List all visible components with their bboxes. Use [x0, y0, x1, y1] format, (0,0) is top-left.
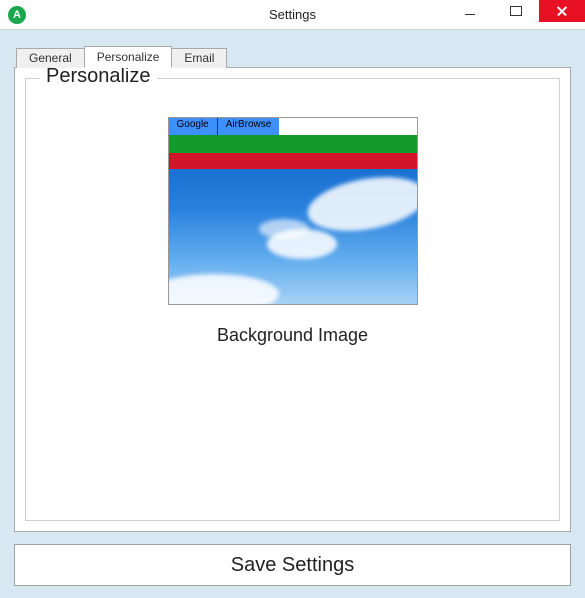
- preview-tab-google: Google: [169, 118, 217, 135]
- save-settings-button[interactable]: Save Settings: [14, 544, 571, 586]
- cloud-icon: [259, 219, 309, 239]
- tab-personalize[interactable]: Personalize: [84, 46, 173, 68]
- close-button[interactable]: [539, 0, 585, 22]
- minimize-button[interactable]: [447, 0, 493, 22]
- preview-tab-row: Google AirBrowse: [169, 118, 417, 135]
- personalize-group: Personalize Google AirBrowse: [25, 78, 560, 521]
- app-icon: A: [8, 6, 26, 24]
- preview-sky: [169, 169, 417, 304]
- background-image-label: Background Image: [217, 325, 368, 346]
- group-title: Personalize: [40, 65, 157, 88]
- preview-tab-empty: [279, 118, 416, 135]
- tab-strip: General Personalize Email: [16, 46, 571, 68]
- client-area: General Personalize Email Personalize Go…: [0, 30, 585, 598]
- cloud-icon: [303, 169, 416, 239]
- group-body: Google AirBrowse Backgrou: [26, 79, 559, 346]
- cloud-icon: [169, 274, 279, 304]
- maximize-button[interactable]: [493, 0, 539, 22]
- window-controls: [447, 0, 585, 29]
- preview-tab-airbrowse: AirBrowse: [217, 118, 280, 135]
- tab-general[interactable]: General: [16, 48, 85, 68]
- preview-red-bar: [169, 153, 417, 169]
- title-bar: A Settings: [0, 0, 585, 30]
- tab-panel: Personalize Google AirBrowse: [14, 67, 571, 532]
- tab-container: General Personalize Email Personalize Go…: [14, 46, 571, 532]
- preview-green-bar: [169, 135, 417, 153]
- tab-email[interactable]: Email: [171, 48, 227, 68]
- background-image-preview[interactable]: Google AirBrowse: [168, 117, 418, 305]
